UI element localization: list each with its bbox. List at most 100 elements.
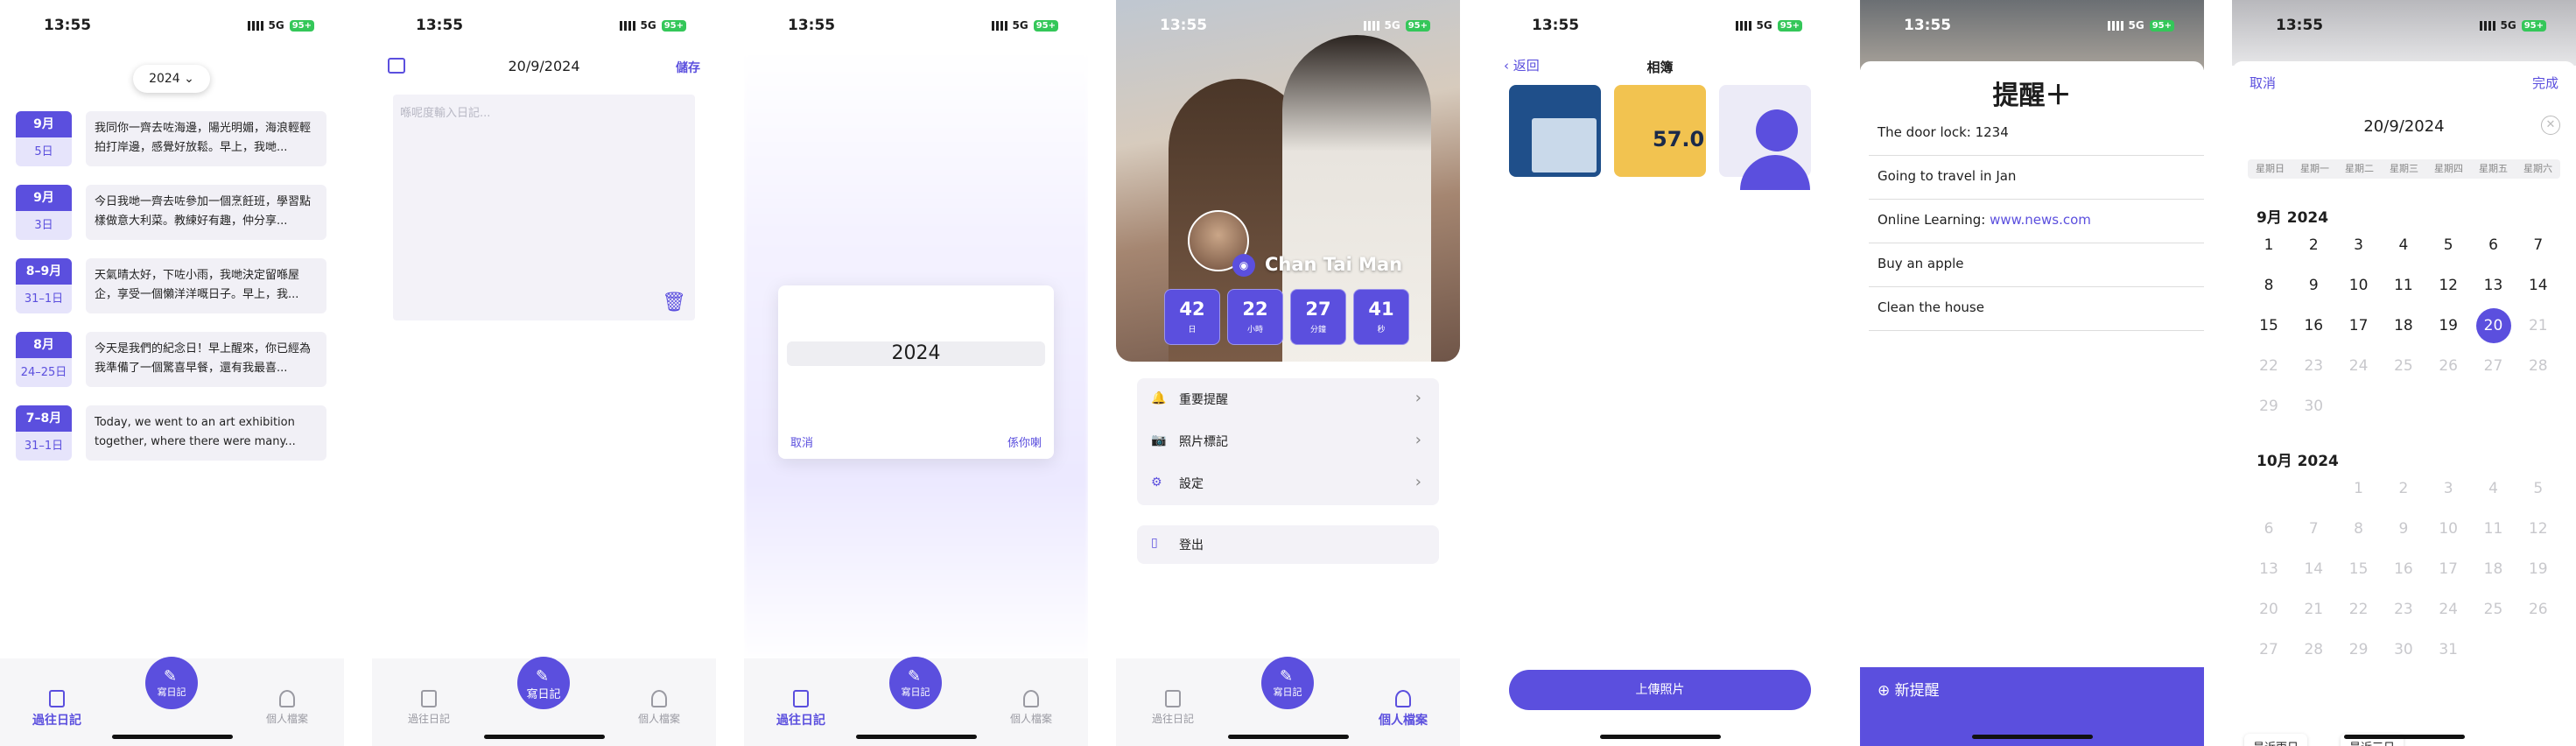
status-time: 13:55 xyxy=(2276,17,2324,34)
diary-entry[interactable]: 8–9月 31–1日 天氣晴太好，下咗小雨，我哋決定留喺屋企，享受一個懶洋洋嘅日子… xyxy=(16,258,326,313)
calendar-day: 28 xyxy=(2304,641,2324,658)
diary-entry[interactable]: 8月 24–25日 今天是我們的紀念日！早上醒來，你已經為我準備了一個驚喜早餐，還… xyxy=(16,332,326,387)
cancel-button[interactable]: 取消 xyxy=(790,433,813,450)
save-button[interactable]: 儲存 xyxy=(676,59,700,76)
battery-icon: 95+ xyxy=(1777,19,1802,32)
calendar-day[interactable]: 19 xyxy=(2431,317,2466,334)
weekday-header: 星期日 星期一 星期二 星期三 星期四 星期五 星期六 xyxy=(2248,159,2560,179)
done-button[interactable]: 完成 xyxy=(2532,74,2558,92)
confirm-button[interactable]: 係你喇 xyxy=(1007,433,1042,450)
calendar-day[interactable]: 6 xyxy=(2476,236,2511,254)
calendar-day[interactable]: 3 xyxy=(2341,236,2376,254)
reminder-item[interactable]: Online Learning: www.news.com xyxy=(1869,200,2204,243)
calendar-day[interactable]: 5 xyxy=(2431,236,2466,254)
weekday-label: 星期二 xyxy=(2345,163,2374,174)
diary-date[interactable]: 20/9/2024 xyxy=(372,58,716,74)
home-indicator xyxy=(856,735,977,739)
calendar-day[interactable]: 18 xyxy=(2386,317,2421,334)
tab-profile[interactable]: 個人檔案 xyxy=(1364,690,1442,728)
tab-profile[interactable]: 個人檔案 xyxy=(620,690,698,726)
calendar-day[interactable]: 2 xyxy=(2296,236,2331,254)
clear-icon[interactable]: ✕ xyxy=(2541,116,2560,135)
tab-past-diaries[interactable]: 過往日記 xyxy=(1134,690,1212,726)
year-selector[interactable]: 2024 ⌄ xyxy=(133,65,210,93)
calendar-day[interactable]: 15 xyxy=(2251,317,2286,334)
page-title[interactable]: 提醒＋ xyxy=(1860,74,2204,112)
entry-date: 7–8月 31–1日 xyxy=(16,405,72,461)
status-time: 13:55 xyxy=(416,17,464,34)
calendar-day: 2 xyxy=(2398,480,2409,497)
year-picker-wheel[interactable]: 2024 xyxy=(787,341,1045,366)
entry-day: 3日 xyxy=(34,219,53,232)
calendar-day[interactable]: 11 xyxy=(2386,277,2421,294)
entry-date: 8月 24–25日 xyxy=(16,332,72,387)
calendar-day[interactable]: 1 xyxy=(2251,236,2286,254)
trash-icon[interactable]: 🗑 xyxy=(662,292,686,313)
upload-photo-button[interactable]: 上傳照片 xyxy=(1509,670,1811,710)
tab-write-diary[interactable]: ✎ 寫日記 xyxy=(517,657,570,709)
menu-item-photo-tags[interactable]: 📷 照片標記 › xyxy=(1137,420,1439,462)
book-icon xyxy=(421,690,437,707)
calendar-day: 26 xyxy=(2439,357,2458,375)
tab-profile[interactable]: 個人檔案 xyxy=(248,690,326,726)
photo-thumbnail[interactable] xyxy=(1719,85,1811,190)
diary-entry[interactable]: 9月 5日 我同你一齊去咗海邊，陽光明媚，海浪輕輕拍打岸邊，感覺好放鬆。早上，我哋… xyxy=(16,111,326,166)
calendar-day[interactable]: 14 xyxy=(2521,277,2556,294)
battery-icon: 95+ xyxy=(289,19,314,32)
calendar-day[interactable]: 16 xyxy=(2296,317,2331,334)
tab-profile[interactable]: 個人檔案 xyxy=(992,690,1070,726)
person-icon xyxy=(1756,109,1798,151)
signal-icon xyxy=(1363,20,1379,31)
reminders-sheet: 提醒＋ The door lock: 1234 Going to travel … xyxy=(1860,61,2204,746)
menu-item-reminders[interactable]: 🔔 重要提醒 › xyxy=(1137,378,1439,420)
entry-day: 31–1日 xyxy=(24,292,64,306)
battery-icon: 95+ xyxy=(2521,19,2546,32)
calendar-day[interactable]: 7 xyxy=(2521,236,2556,254)
diary-textarea[interactable]: 喺呢度輸入日記... 🗑 xyxy=(393,95,695,320)
person-icon xyxy=(279,690,295,707)
home-indicator xyxy=(1600,735,1721,739)
logout-button[interactable]: ▯ 登出 xyxy=(1137,525,1439,564)
calendar-day: 11 xyxy=(2483,520,2503,538)
tab-write-diary[interactable]: ✎ 寫日記 xyxy=(889,657,942,709)
calendar-day[interactable]: 8 xyxy=(2251,277,2286,294)
calendar-day[interactable]: 4 xyxy=(2386,236,2421,254)
menu-item-settings[interactable]: ⚙ 設定 › xyxy=(1137,462,1439,504)
calendar-day: 8 xyxy=(2354,520,2363,538)
diary-entry[interactable]: 7–8月 31–1日 Today, we went to an art exhib… xyxy=(16,405,326,461)
tab-bar: 過往日記 ✎ 寫日記 個人檔案 xyxy=(744,657,1088,746)
photo-thumbnail[interactable] xyxy=(1509,85,1601,177)
calendar-day[interactable]: 10 xyxy=(2341,277,2376,294)
calendar-day: 25 xyxy=(2483,601,2503,618)
calendar-day[interactable]: 12 xyxy=(2431,277,2466,294)
status-time: 13:55 xyxy=(1160,17,1208,34)
tab-past-diaries[interactable]: 過往日記 xyxy=(762,690,840,728)
reminder-item[interactable]: Buy an apple xyxy=(1869,243,2204,287)
calendar-day[interactable]: 13 xyxy=(2476,277,2511,294)
tab-past-diaries[interactable]: 過往日記 xyxy=(18,690,96,728)
calendar-day: 24 xyxy=(2348,357,2369,375)
entry-preview: 今天是我們的紀念日！早上醒來，你已經為我準備了一個驚喜早餐，還有我最喜... xyxy=(86,332,326,387)
calendar-day[interactable]: 20 xyxy=(2475,308,2511,343)
tab-write-diary[interactable]: ✎ 寫日記 xyxy=(1261,657,1314,709)
book-icon xyxy=(1165,690,1181,707)
calendar-day[interactable]: 9 xyxy=(2296,277,2331,294)
tab-past-diaries[interactable]: 過往日記 xyxy=(390,690,468,726)
tab-label: 寫日記 xyxy=(901,686,930,698)
reminder-item[interactable]: Clean the house xyxy=(1869,287,2204,331)
photo-thumbnail[interactable]: 57.0 xyxy=(1614,85,1706,177)
signal-icon xyxy=(247,20,263,31)
reminder-item[interactable]: The door lock: 1234 xyxy=(1869,112,2204,156)
profile-cover-photo: ◉ Chan Tai Man 42 日 22 小時 27 分鐘 41 秒 xyxy=(1116,0,1460,362)
cancel-button[interactable]: 取消 xyxy=(2250,74,2276,92)
calendar-day: 19 xyxy=(2528,560,2548,578)
quick-range-button[interactable]: 最近兩日 xyxy=(2244,734,2308,746)
calendar-day[interactable]: 17 xyxy=(2341,317,2376,334)
reminder-link[interactable]: www.news.com xyxy=(1990,212,2091,228)
reminder-item[interactable]: Going to travel in Jan xyxy=(1869,156,2204,200)
tab-write-diary[interactable]: ✎ 寫日記 xyxy=(145,657,198,709)
tab-label: 個人檔案 xyxy=(637,713,680,725)
camera-icon[interactable]: ◉ xyxy=(1232,254,1255,277)
diary-entry[interactable]: 9月 3日 今日我哋一齊去咗參加一個烹飪班，學習點樣做意大利菜。教練好有趣，仲分享… xyxy=(16,185,326,240)
network-label: 5G xyxy=(2500,19,2516,32)
